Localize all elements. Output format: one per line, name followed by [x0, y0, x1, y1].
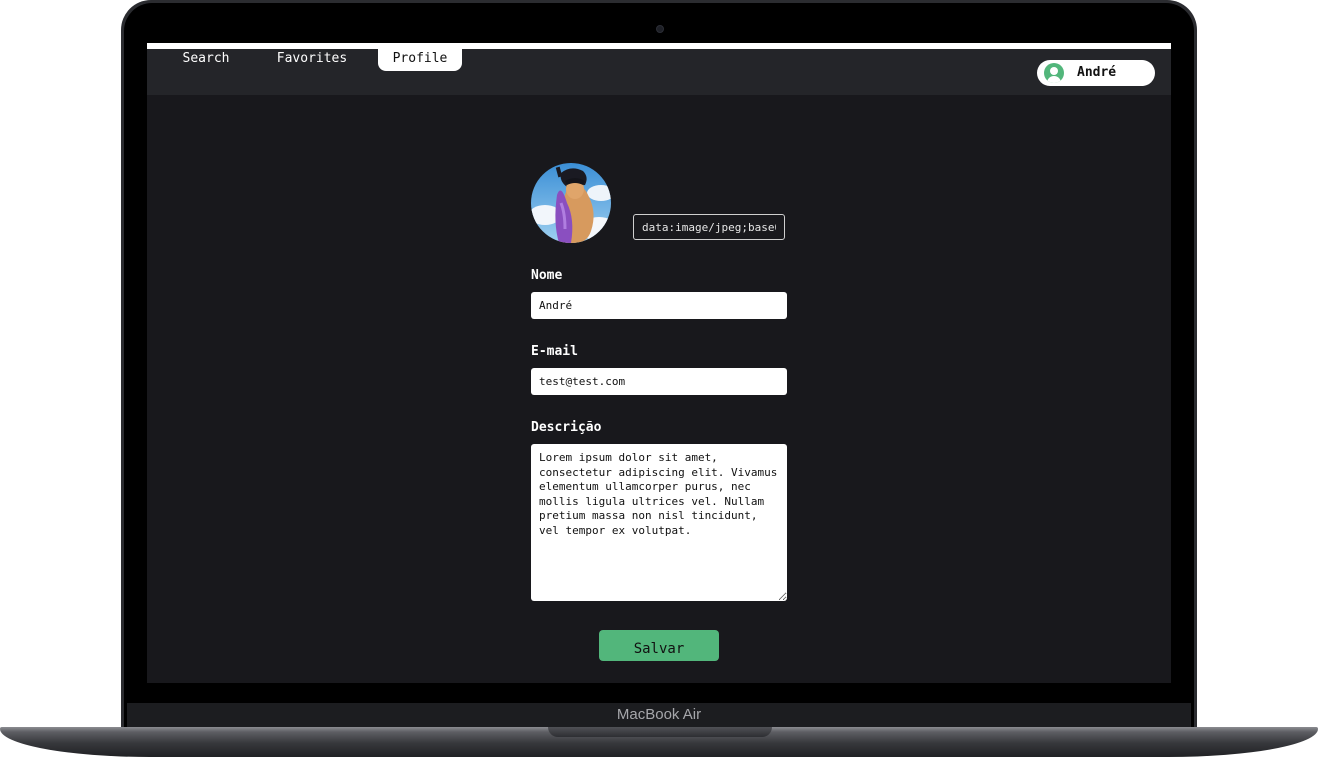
name-label: Nome: [531, 268, 563, 283]
profile-avatar-image: [531, 163, 611, 243]
tab-profile[interactable]: Profile: [378, 49, 462, 71]
navbar: Search Favorites Profile André: [147, 49, 1171, 95]
name-field[interactable]: [531, 292, 787, 319]
user-circle-icon: [1044, 63, 1064, 83]
avatar-url-input[interactable]: [633, 214, 785, 240]
user-name: André: [1077, 65, 1117, 80]
description-label: Descrição: [531, 420, 602, 435]
app-screen: Search Favorites Profile André data:imag…: [147, 43, 1171, 683]
tab-search[interactable]: Search: [169, 49, 243, 71]
laptop-hinge-notch: [548, 727, 772, 737]
device-brand-label: MacBook Air: [616, 706, 702, 723]
save-button[interactable]: Salvar: [599, 630, 719, 661]
tab-favorites[interactable]: Favorites: [269, 49, 355, 71]
webcam-icon: [656, 25, 664, 33]
email-field[interactable]: [531, 368, 787, 395]
description-textarea[interactable]: Lorem ipsum dolor sit amet, consectetur …: [531, 444, 787, 601]
email-label: E-mail: [531, 344, 578, 359]
user-menu-button[interactable]: André: [1037, 60, 1155, 86]
